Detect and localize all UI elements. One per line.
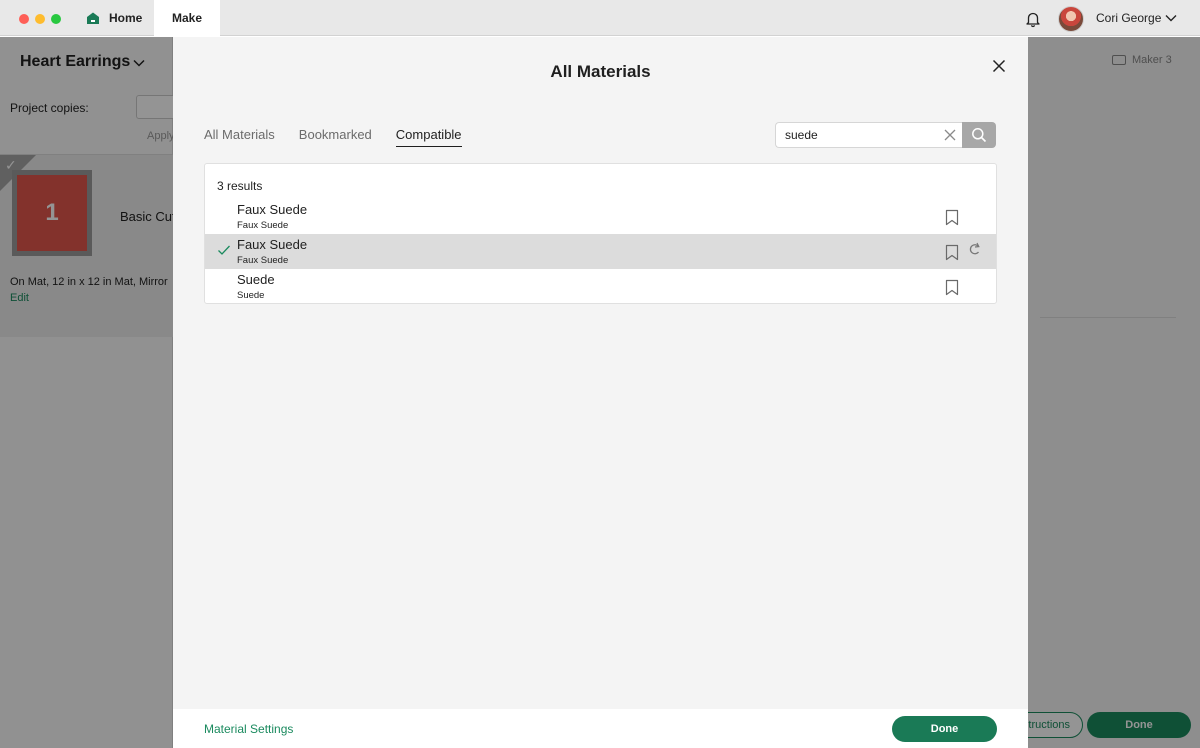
search-icon — [972, 128, 987, 143]
tab-all-materials[interactable]: All Materials — [204, 127, 275, 147]
results-list: 3 results Faux Suede Faux Suede Faux Sue… — [204, 163, 997, 304]
result-title: Faux Suede — [237, 237, 308, 252]
user-avatar[interactable] — [1058, 6, 1084, 32]
home-icon — [87, 12, 99, 24]
result-subtitle: Faux Suede — [237, 220, 289, 231]
tab-home-label: Home — [109, 11, 143, 25]
clear-icon[interactable] — [943, 128, 957, 142]
bookmark-icon[interactable] — [945, 279, 959, 296]
result-title: Faux Suede — [237, 202, 308, 217]
result-title: Suede — [237, 272, 275, 287]
results-count: 3 results — [217, 179, 263, 193]
check-icon — [218, 245, 230, 255]
material-settings-link[interactable]: Material Settings — [204, 722, 293, 736]
user-name[interactable]: Cori George — [1096, 11, 1161, 25]
window-minimize-icon[interactable] — [35, 14, 45, 24]
result-row[interactable]: Suede Suede — [205, 269, 996, 303]
done-label: Done — [930, 723, 959, 735]
window-close-icon[interactable] — [19, 14, 29, 24]
search-input[interactable] — [775, 122, 962, 148]
dialog-footer: Material Settings Done — [173, 709, 1028, 748]
reset-icon[interactable] — [967, 241, 983, 257]
title-bar: Home Make Cori George — [0, 0, 1200, 36]
tab-make[interactable]: Make — [154, 0, 220, 36]
window-zoom-icon[interactable] — [51, 14, 61, 24]
bookmark-icon[interactable] — [945, 244, 959, 261]
dialog-title: All Materials — [550, 62, 651, 81]
tab-home[interactable]: Home — [76, 0, 154, 36]
tab-make-label: Make — [171, 11, 203, 25]
tab-bookmarked[interactable]: Bookmarked — [299, 127, 372, 147]
result-subtitle: Suede — [237, 290, 265, 301]
all-materials-dialog: All Materials All Materials Bookmarked C… — [173, 37, 1028, 748]
search-bar — [775, 122, 996, 148]
done-button[interactable]: Done — [892, 716, 997, 742]
result-row-selected[interactable]: Faux Suede Faux Suede — [205, 234, 996, 269]
tab-compatible[interactable]: Compatible — [395, 127, 462, 147]
result-subtitle: Faux Suede — [237, 255, 289, 266]
bookmark-icon[interactable] — [945, 209, 959, 226]
material-tabs: All Materials Bookmarked Compatible — [204, 127, 462, 147]
notification-bell-icon[interactable] — [1024, 10, 1042, 28]
chevron-down-icon[interactable] — [1164, 12, 1178, 24]
result-row[interactable]: Faux Suede Faux Suede — [205, 199, 996, 234]
close-icon[interactable] — [989, 56, 1009, 76]
search-button[interactable] — [962, 122, 996, 148]
